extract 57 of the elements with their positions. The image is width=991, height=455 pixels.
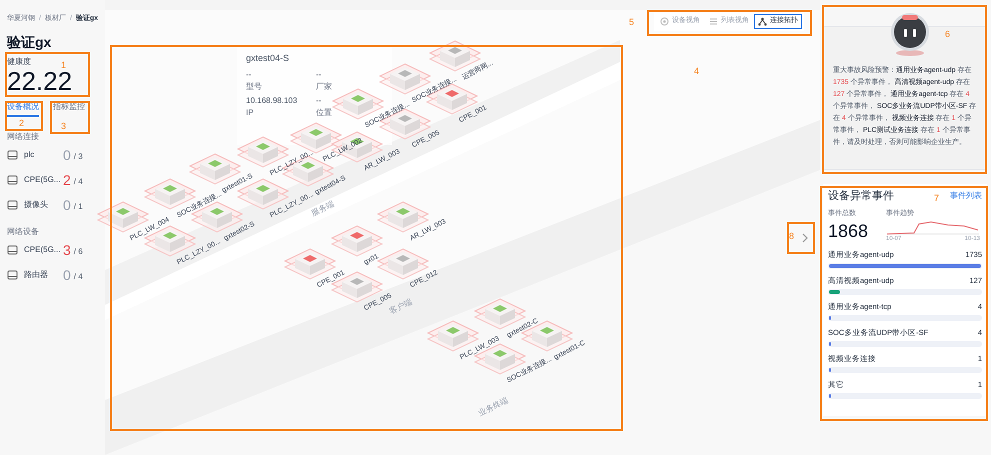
event-list-link[interactable]: 事件列表: [950, 190, 982, 202]
field-value: --: [316, 70, 322, 80]
annotation-box: [5, 101, 43, 131]
device-name: plc: [24, 150, 36, 160]
tab[interactable]: 设备概况: [7, 102, 39, 117]
annotation-number: 1: [61, 60, 66, 70]
annotation-number: 4: [694, 66, 700, 76]
section-label: 网络设备: [7, 227, 39, 237]
device-count: 0: [63, 197, 71, 213]
field-label: IP: [246, 108, 254, 118]
zone-label: 服务端: [310, 199, 336, 218]
device-name: 路由器: [24, 270, 49, 280]
device-total: / 3: [74, 150, 83, 162]
tooltip-title: gxtest04-S: [246, 53, 290, 64]
annotation-box: [787, 222, 815, 254]
annotation-number: 2: [19, 118, 24, 128]
annotation-number: 3: [61, 121, 66, 131]
device-count: 0: [63, 147, 71, 163]
device-name: CPE(5G...: [24, 175, 62, 185]
target-icon: [660, 17, 669, 26]
health-label: 健康度: [7, 57, 31, 67]
field-label: 位置: [316, 108, 332, 118]
device-count: 2: [63, 172, 71, 188]
event-total: 1868: [828, 220, 870, 242]
chevron-right-icon: [800, 233, 808, 243]
tab[interactable]: 指标监控: [53, 102, 85, 117]
annotation-number: 6: [945, 29, 950, 39]
device-name: 摄像头: [24, 200, 49, 210]
annotation-number: 5: [629, 17, 634, 27]
device-icon: [7, 270, 18, 280]
device-total: / 4: [74, 270, 83, 282]
section-label: 网络连接: [7, 132, 39, 142]
device-icon: [7, 200, 18, 210]
device-name: CPE(5G...: [24, 245, 62, 255]
zone-label: 业务终端: [477, 395, 510, 418]
device-count: 0: [63, 267, 71, 283]
zone-label: 客户端: [388, 297, 414, 316]
device-total: / 1: [74, 200, 83, 212]
field-label: 型号: [246, 82, 262, 92]
device-icon: [7, 175, 18, 185]
device-total: / 4: [74, 176, 83, 188]
health-value: 22.22: [7, 67, 72, 95]
device-count: 3: [63, 242, 71, 258]
topology-icon: [758, 17, 767, 26]
field-value: --: [316, 96, 322, 106]
panel-title: 设备异常事件: [828, 189, 894, 203]
annotation-number: 7: [934, 193, 940, 203]
field-label: 厂家: [316, 82, 332, 92]
annotation-number: 8: [789, 231, 794, 241]
field-value: --: [246, 70, 252, 80]
annotation-box: [50, 101, 90, 134]
device-icon: [7, 245, 18, 255]
list-icon: [709, 17, 718, 26]
field-value: 10.168.98.103: [246, 96, 298, 106]
page-title: 验证gx: [7, 33, 52, 51]
device-icon: [7, 150, 18, 160]
device-total: / 6: [74, 246, 83, 258]
